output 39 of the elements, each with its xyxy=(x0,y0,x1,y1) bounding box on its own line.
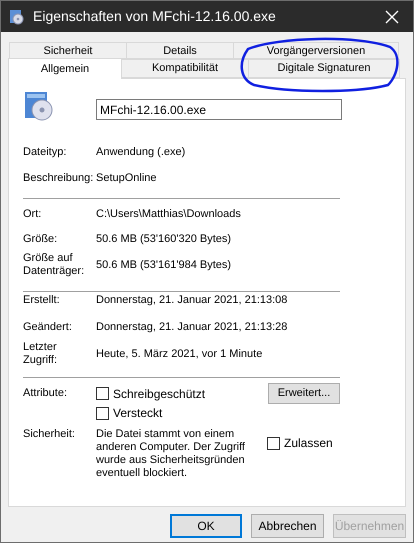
installer-cd-icon xyxy=(23,90,55,122)
field-label: Beschreibung: xyxy=(23,172,94,184)
tab[interactable]: Allgemein xyxy=(8,58,122,79)
file-name-field[interactable]: MFchi-12.16.00.exe xyxy=(96,99,342,120)
field-label: Geändert: xyxy=(23,320,73,334)
field-label: Größe: xyxy=(23,232,58,246)
checkbox[interactable] xyxy=(267,436,280,450)
checkbox[interactable] xyxy=(96,406,109,420)
checkbox[interactable] xyxy=(96,387,109,400)
app-icon xyxy=(9,8,25,24)
tab[interactable]: Kompatibilität xyxy=(121,59,249,78)
tab[interactable]: Details xyxy=(126,42,234,59)
checkbox-label[interactable]: Schreibgeschützt xyxy=(113,384,206,402)
tab[interactable]: Sicherheit xyxy=(9,42,127,59)
field-value: SetupOnline xyxy=(96,170,157,186)
field-value: 50.6 MB (53'161'984 Bytes) xyxy=(96,258,232,273)
field-value: 50.6 MB (53'160'320 Bytes) xyxy=(96,232,232,247)
field-label: Ort: xyxy=(23,208,42,220)
close-icon[interactable] xyxy=(385,10,399,24)
checkbox-label[interactable]: Zulassen xyxy=(284,434,333,452)
field-value: Heute, 5. März 2021, vor 1 Minute xyxy=(96,346,262,362)
dialog-button[interactable]: OK xyxy=(170,514,242,538)
field-value: C:\Users\Matthias\Downloads xyxy=(96,206,241,222)
field-value: Donnerstag, 21. Januar 2021, 21:13:08 xyxy=(96,292,288,308)
field-label: Attribute: xyxy=(23,386,68,401)
dialog-button[interactable]: Abbrechen xyxy=(251,514,324,538)
field-label: Erstellt: xyxy=(23,294,61,306)
tab[interactable]: Vorgängerversionen xyxy=(233,42,399,59)
security-note: Die Datei stammt von einem anderen Computer. Der Zugriff wurde aus Sicherheitsgründen eventuell blockiert. xyxy=(96,428,246,480)
window-title: Eigenschaften von MFchi-12.16.00.exe xyxy=(33,7,276,26)
field-label: Dateityp: xyxy=(23,146,68,158)
field-label: Größe auf Datenträger: xyxy=(23,252,86,278)
checkbox-label[interactable]: Versteckt xyxy=(113,404,162,422)
advanced-button[interactable]: Erweitert... xyxy=(268,383,340,404)
tab[interactable]: Digitale Signaturen xyxy=(248,59,400,78)
field-value: Donnerstag, 21. Januar 2021, 21:13:28 xyxy=(96,320,288,335)
field-value: Anwendung (.exe) xyxy=(96,144,186,160)
field-label: Sicherheit: xyxy=(23,428,76,442)
field-label: Letzter Zugriff: xyxy=(23,341,58,367)
